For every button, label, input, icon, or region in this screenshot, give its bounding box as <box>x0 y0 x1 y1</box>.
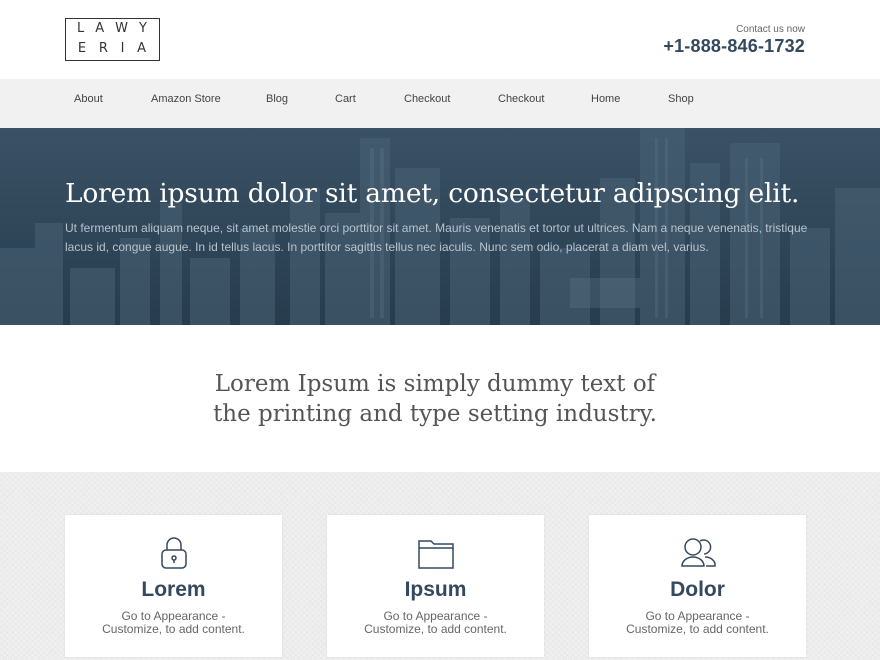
contact-phone[interactable]: +1-888-846-1732 <box>663 36 805 56</box>
logo-row-2: E R I A <box>66 41 159 56</box>
logo-letter: A <box>95 21 106 36</box>
logo-letter: I <box>120 41 126 56</box>
feature-text-line-2: Customize, to add content. <box>102 622 245 636</box>
nav-item-home[interactable]: Home <box>591 79 620 128</box>
logo-letter: L <box>77 21 86 36</box>
logo-row-1: L A W Y <box>66 21 159 36</box>
feature-text: Go to Appearance - Customize, to add con… <box>589 610 806 636</box>
nav-item-blog[interactable]: Blog <box>266 79 288 128</box>
site-logo[interactable]: L A W Y E R I A <box>65 18 160 61</box>
intro-line-1: Lorem Ipsum is simply dummy text of <box>214 371 656 397</box>
contact-block: Contact us now +1-888-846-1732 <box>663 24 805 56</box>
hero-banner: Lorem ipsum dolor sit amet, consectetur … <box>0 128 880 325</box>
nav-item-about[interactable]: About <box>74 79 103 128</box>
feature-text-line-2: Customize, to add content. <box>364 622 507 636</box>
feature-text: Go to Appearance - Customize, to add con… <box>65 610 282 636</box>
users-icon <box>680 538 716 567</box>
main-nav: About Amazon Store Blog Cart Checkout Ch… <box>0 79 880 128</box>
lock-icon <box>160 537 187 569</box>
feature-card-ipsum: Ipsum Go to Appearance - Customize, to a… <box>327 515 544 657</box>
feature-text: Go to Appearance - Customize, to add con… <box>327 610 544 636</box>
site-header: L A W Y E R I A Contact us now +1-888-84… <box>0 0 880 79</box>
feature-title: Lorem <box>141 578 206 601</box>
features-section: Lorem Go to Appearance - Customize, to a… <box>0 472 880 660</box>
contact-label: Contact us now <box>736 24 805 35</box>
intro-section: Lorem Ipsum is simply dummy text of the … <box>0 325 880 472</box>
hero-text: Ut fermentum aliquam neque, sit amet mol… <box>65 221 808 254</box>
logo-letter: E <box>77 41 88 56</box>
feature-card-dolor: Dolor Go to Appearance - Customize, to a… <box>589 515 806 657</box>
feature-card-lorem: Lorem Go to Appearance - Customize, to a… <box>65 515 282 657</box>
nav-item-cart[interactable]: Cart <box>335 79 356 128</box>
logo-letter: R <box>98 41 109 56</box>
intro-line-2: the printing and type setting industry. <box>213 401 657 427</box>
feature-title: Ipsum <box>404 578 467 601</box>
hero-title: Lorem ipsum dolor sit amet, consectetur … <box>65 178 800 209</box>
logo-letter: W <box>115 21 130 36</box>
nav-item-checkout-2[interactable]: Checkout <box>498 79 544 128</box>
nav-item-checkout[interactable]: Checkout <box>404 79 450 128</box>
nav-item-shop[interactable]: Shop <box>668 79 694 128</box>
intro-heading: Lorem Ipsum is simply dummy text of the … <box>150 369 720 429</box>
logo-letter: Y <box>139 21 148 36</box>
feature-title: Dolor <box>670 578 725 601</box>
feature-text-line-2: Customize, to add content. <box>626 622 769 636</box>
folder-icon <box>417 540 454 569</box>
nav-item-amazon-store[interactable]: Amazon Store <box>151 79 221 128</box>
logo-letter: A <box>137 41 148 56</box>
